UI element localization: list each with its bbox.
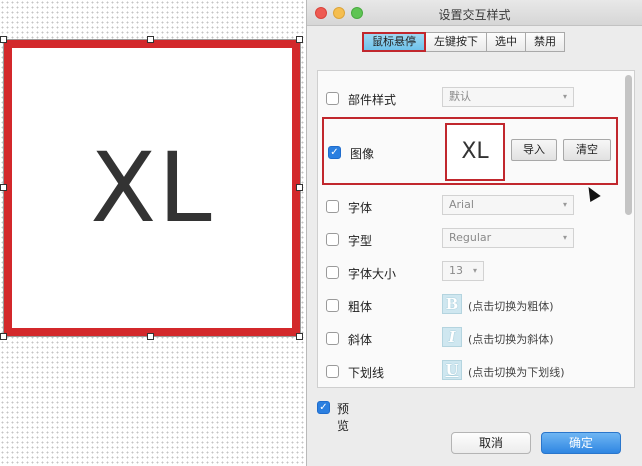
resize-handle-tl[interactable] [0,36,7,43]
italic-icon[interactable]: I [442,327,462,347]
underline-hint: (点击切换为下划线) [468,366,565,379]
font-select[interactable]: Arial ▾ [442,195,574,215]
ok-button[interactable]: 确定 [541,432,621,454]
tab-mouse-down[interactable]: 左键按下 [426,32,487,52]
italic-label: 斜体 [348,333,373,347]
underline-checkbox[interactable] [326,365,339,378]
image-checkbox[interactable]: ✓ [328,146,341,159]
font-size-label: 字体大小 [348,267,397,281]
row-font-size: 字体大小 13 ▾ [318,257,618,289]
font-type-label: 字型 [348,234,373,248]
row-font-type: 字型 Regular ▾ [318,224,618,256]
design-canvas[interactable]: XL [0,0,310,466]
title-bar: 设置交互样式 [307,0,642,26]
bold-hint: (点击切换为粗体) [468,300,554,313]
row-italic: 斜体 I (点击切换为斜体) [318,323,618,355]
bold-label: 粗体 [348,300,373,314]
preview-checkbox[interactable]: ✓ [317,401,330,414]
font-type-checkbox[interactable] [326,233,339,246]
underline-icon[interactable]: U [442,360,462,380]
underline-label: 下划线 [348,366,385,380]
bold-checkbox[interactable] [326,299,339,312]
part-style-label: 部件样式 [348,93,397,107]
part-style-checkbox[interactable] [326,92,339,105]
resize-handle-ml[interactable] [0,184,7,191]
image-preview: XL [445,123,505,181]
font-checkbox[interactable] [326,200,339,213]
italic-checkbox[interactable] [326,332,339,345]
row-underline: 下划线 U (点击切换为下划线) [318,356,618,387]
font-label: 字体 [348,201,373,215]
image-label: 图像 [350,147,375,161]
resize-handle-br[interactable] [296,333,303,340]
tab-selected[interactable]: 选中 [487,32,526,52]
resize-handle-tr[interactable] [296,36,303,43]
image-row: ✓ 图像 XL 导入 清空 [322,117,618,185]
font-size-checkbox[interactable] [326,266,339,279]
row-part-style: 部件样式 默认 ▾ [318,83,618,115]
resize-handle-tc[interactable] [147,36,154,43]
font-size-value: 13 [449,264,463,277]
preview-label: 预览 [337,402,350,433]
cancel-button[interactable]: 取消 [451,432,531,454]
chevron-down-icon: ▾ [562,200,567,209]
image-widget[interactable]: XL [4,40,300,336]
import-button[interactable]: 导入 [511,139,557,161]
font-value: Arial [449,198,474,211]
chevron-down-icon: ▾ [562,233,567,242]
resize-handle-bl[interactable] [0,333,7,340]
font-type-value: Regular [449,231,492,244]
clear-button[interactable]: 清空 [563,139,611,161]
font-type-select[interactable]: Regular ▾ [442,228,574,248]
row-bold: 粗体 B (点击切换为粗体) [318,290,618,322]
state-tabs: 鼠标悬停 左键按下 选中 禁用 [362,32,565,52]
tab-disabled[interactable]: 禁用 [526,32,565,52]
tab-hover[interactable]: 鼠标悬停 [362,32,426,52]
resize-handle-bc[interactable] [147,333,154,340]
interaction-style-dialog: 设置交互样式 鼠标悬停 左键按下 选中 禁用 部件样式 默认 ▾ ✓ 图像 XL… [306,0,642,466]
dialog-title: 设置交互样式 [438,8,511,22]
widget-text: XL [90,132,214,244]
chevron-down-icon: ▾ [562,92,567,101]
font-size-select[interactable]: 13 ▾ [442,261,484,281]
style-panel: 部件样式 默认 ▾ ✓ 图像 XL 导入 清空 字体 Arial ▾ 字型 Re… [317,70,635,388]
part-style-select[interactable]: 默认 ▾ [442,87,574,107]
scrollbar[interactable] [625,75,632,215]
row-font: 字体 Arial ▾ [318,191,618,223]
italic-hint: (点击切换为斜体) [468,333,554,346]
chevron-down-icon: ▾ [472,266,477,275]
resize-handle-mr[interactable] [296,184,303,191]
bold-icon[interactable]: B [442,294,462,314]
part-style-value: 默认 [449,90,471,103]
